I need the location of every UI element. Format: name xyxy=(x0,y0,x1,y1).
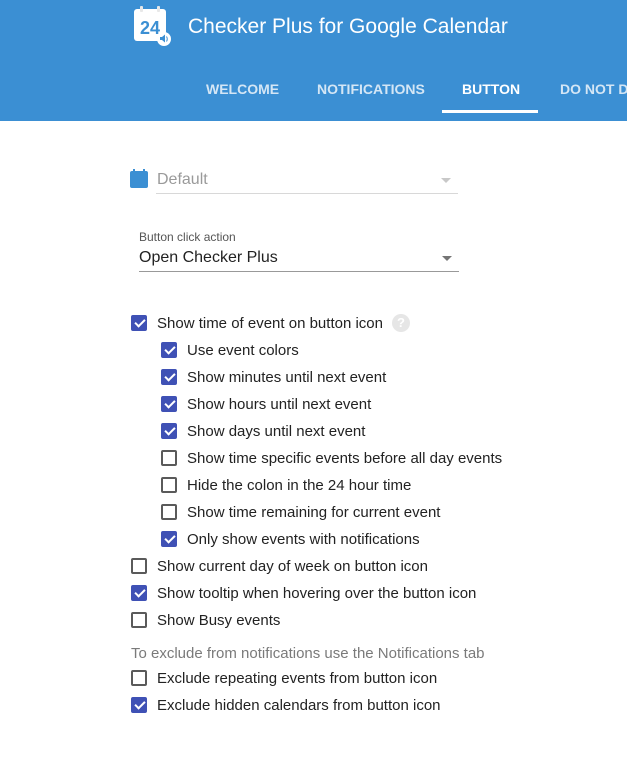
option-label: Only show events with notifications xyxy=(187,530,420,548)
app-header: 24 Checker Plus for Google Calendar WELC… xyxy=(0,0,627,121)
dropdown-underline xyxy=(156,193,458,194)
option-show-time-of-event[interactable]: Show time of event on button icon ? xyxy=(131,311,410,335)
option-use-event-colors[interactable]: Use event colors xyxy=(161,338,299,362)
tab-welcome[interactable]: WELCOME xyxy=(206,68,279,121)
checkbox[interactable] xyxy=(161,342,177,358)
logo-number: 24 xyxy=(140,18,160,38)
checkbox[interactable] xyxy=(131,585,147,601)
option-show-days[interactable]: Show days until next event xyxy=(161,419,365,443)
option-label: Use event colors xyxy=(187,341,299,359)
checkbox[interactable] xyxy=(131,315,147,331)
checkbox[interactable] xyxy=(131,670,147,686)
option-show-busy[interactable]: Show Busy events xyxy=(131,608,280,632)
checkbox[interactable] xyxy=(131,612,147,628)
tab-notifications[interactable]: NOTIFICATIONS xyxy=(317,68,425,121)
option-only-with-notifications[interactable]: Only show events with notifications xyxy=(161,527,420,551)
tab-button[interactable]: BUTTON xyxy=(462,68,520,121)
option-label: Show minutes until next event xyxy=(187,368,387,386)
click-action-dropdown[interactable]: Open Checker Plus xyxy=(139,246,459,272)
checkbox[interactable] xyxy=(161,504,177,520)
click-action-value: Open Checker Plus xyxy=(139,249,278,266)
tab-do-not-disturb[interactable]: DO NOT DI xyxy=(560,68,627,121)
option-show-hours[interactable]: Show hours until next event xyxy=(161,392,371,416)
click-action-label: Button click action xyxy=(139,230,236,244)
icon-style-dropdown[interactable]: Default xyxy=(130,167,458,194)
help-icon[interactable]: ? xyxy=(391,314,410,332)
option-label: Show time specific events before all day… xyxy=(187,449,503,467)
option-label: Show tooltip when hovering over the butt… xyxy=(157,584,477,602)
option-label: Show current day of week on button icon xyxy=(157,557,428,575)
option-show-tooltip[interactable]: Show tooltip when hovering over the butt… xyxy=(131,581,476,605)
app-title: Checker Plus for Google Calendar xyxy=(188,15,508,38)
dropdown-underline xyxy=(139,271,459,272)
option-exclude-repeating[interactable]: Exclude repeating events from button ico… xyxy=(131,666,437,690)
exclude-note: To exclude from notifications use the No… xyxy=(131,645,485,662)
checkbox[interactable] xyxy=(161,423,177,439)
checkbox[interactable] xyxy=(161,450,177,466)
tab-bar: WELCOME NOTIFICATIONS BUTTON DO NOT DI xyxy=(0,68,627,121)
checkbox[interactable] xyxy=(161,477,177,493)
option-show-day-of-week[interactable]: Show current day of week on button icon xyxy=(131,554,428,578)
checkbox[interactable] xyxy=(161,531,177,547)
active-tab-indicator xyxy=(442,110,538,113)
dropdown-arrow-icon xyxy=(441,178,451,183)
option-label: Hide the colon in the 24 hour time xyxy=(187,476,412,494)
option-hide-colon[interactable]: Hide the colon in the 24 hour time xyxy=(161,473,411,497)
option-label: Exclude hidden calendars from button ico… xyxy=(157,696,441,714)
checkbox[interactable] xyxy=(131,697,147,713)
checkbox[interactable] xyxy=(131,558,147,574)
option-label: Show time remaining for current event xyxy=(187,503,441,521)
checkbox[interactable] xyxy=(161,396,177,412)
option-exclude-hidden[interactable]: Exclude hidden calendars from button ico… xyxy=(131,693,441,717)
option-time-remaining[interactable]: Show time remaining for current event xyxy=(161,500,440,524)
option-label: Exclude repeating events from button ico… xyxy=(157,669,438,687)
option-label: Show time of event on button icon xyxy=(157,314,383,332)
option-show-minutes[interactable]: Show minutes until next event xyxy=(161,365,386,389)
calendar-icon xyxy=(130,169,148,188)
checkbox[interactable] xyxy=(161,369,177,385)
calendar-logo-icon: 24 xyxy=(134,6,171,46)
icon-style-value: Default xyxy=(157,171,208,188)
option-label: Show hours until next event xyxy=(187,395,372,413)
dropdown-arrow-icon xyxy=(442,256,452,261)
option-label: Show Busy events xyxy=(157,611,281,629)
option-label: Show days until next event xyxy=(187,422,366,440)
option-time-specific-first[interactable]: Show time specific events before all day… xyxy=(161,446,502,470)
